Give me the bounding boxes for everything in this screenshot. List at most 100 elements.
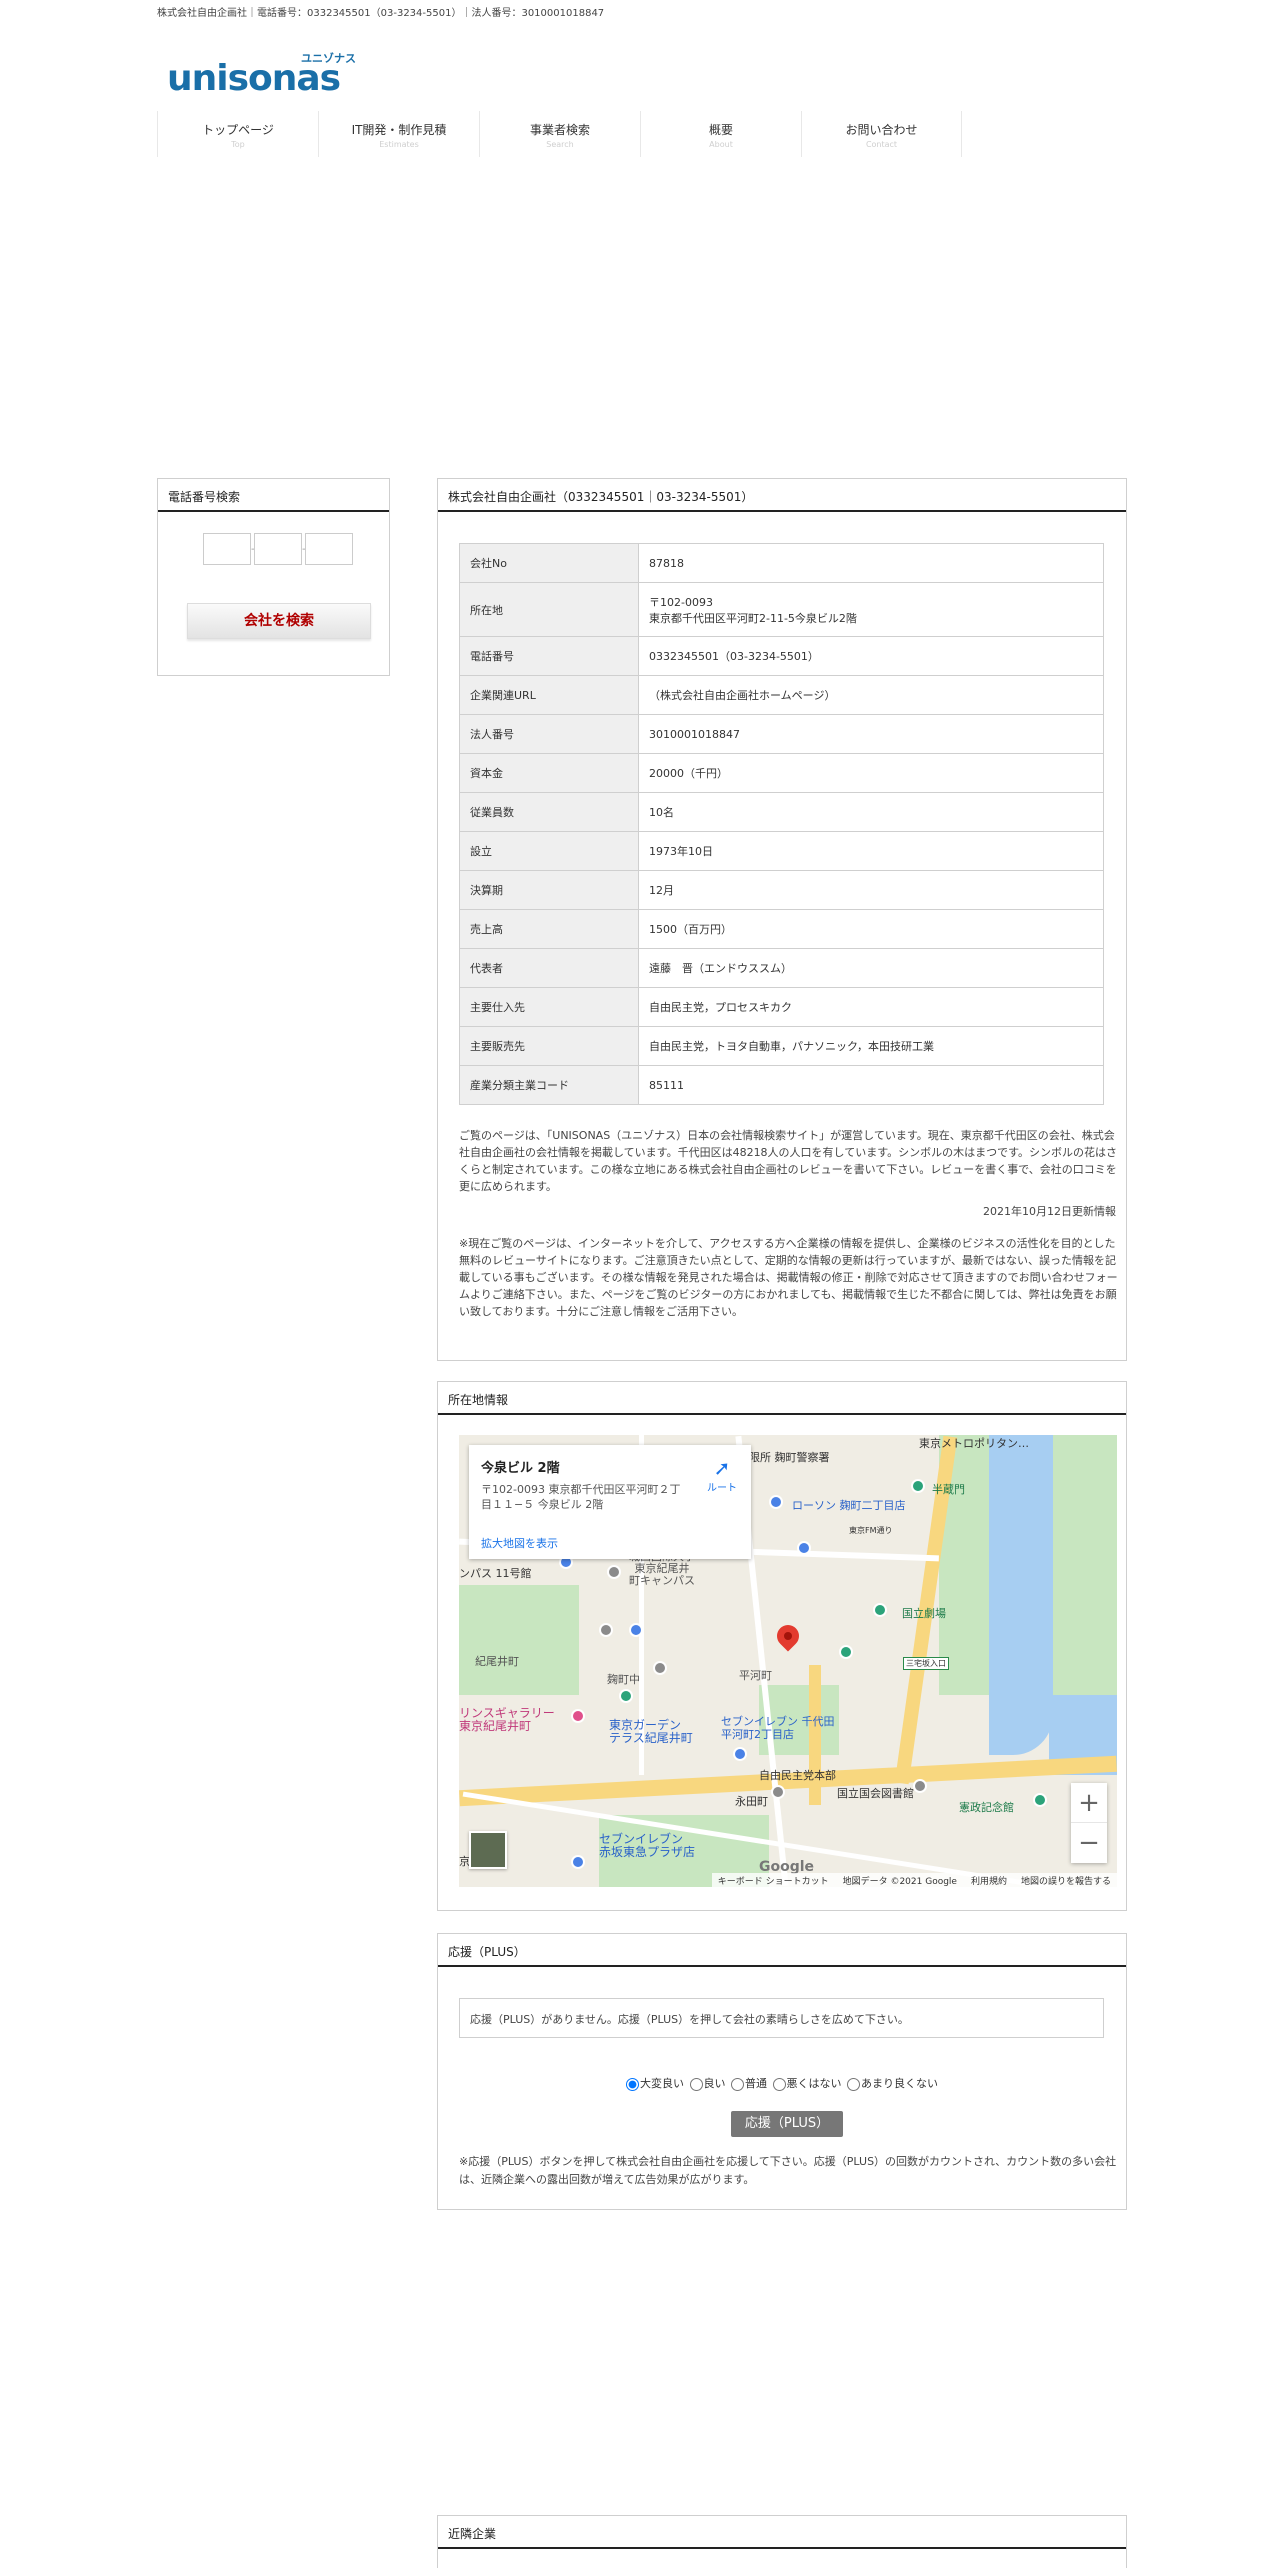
rating-option[interactable]: 悪くはない: [772, 2077, 842, 2091]
row-value: 10名: [638, 792, 1104, 832]
row-key: 主要販売先: [459, 1026, 639, 1066]
report-error-link[interactable]: 地図の誤りを報告する: [1021, 1874, 1111, 1887]
phone-search-title: 電話番号検索: [158, 479, 389, 512]
terms-link[interactable]: 利用規約: [971, 1874, 1007, 1887]
nav-search[interactable]: 事業者検索 Search: [479, 111, 640, 157]
row-value: 1973年10日: [638, 831, 1104, 871]
embedded-map[interactable]: 東京メトロポリタン… 限所 麹町警察署 ローソン 麹町二丁目店 半蔵門 東京FM…: [459, 1435, 1117, 1887]
table-row: 決算期 12月: [459, 870, 1104, 910]
map-poi-icon[interactable]: [599, 1623, 613, 1637]
phone-part2-input[interactable]: [254, 533, 302, 565]
nearby-panel: 近隣企業: [437, 2515, 1127, 2568]
map-label: 限所 麹町警察署: [749, 1451, 830, 1464]
map-poi-icon[interactable]: [629, 1623, 643, 1637]
map-poi-icon[interactable]: [653, 1661, 667, 1675]
rating-radio[interactable]: [772, 2077, 786, 2091]
site-logo[interactable]: ユニゾナス unisonas: [165, 44, 365, 99]
map-poi-icon[interactable]: [571, 1855, 585, 1869]
rating-label: 悪くはない: [786, 2077, 842, 2090]
company-search-button[interactable]: 会社を検索: [187, 603, 371, 639]
table-row: 資本金 20000（千円）: [459, 753, 1104, 793]
table-row: 設立 1973年10日: [459, 831, 1104, 871]
nav-sublabel: Top: [231, 140, 245, 149]
row-key: 代表者: [459, 948, 639, 988]
row-value: 自由民主党，プロセスキカク: [638, 987, 1104, 1027]
rating-option[interactable]: あまり良くない: [847, 2077, 938, 2091]
map-label: 永田町: [735, 1795, 768, 1808]
plus-title: 応援（PLUS）: [438, 1934, 1126, 1967]
rating-radio[interactable]: [847, 2077, 860, 2091]
rating-option[interactable]: 良い: [689, 2077, 726, 2091]
nav-contact[interactable]: お問い合わせ Contact: [801, 111, 962, 157]
map-poi-icon[interactable]: [797, 1541, 811, 1555]
zoom-out-button[interactable]: −: [1071, 1823, 1107, 1863]
map-label: 半蔵門: [932, 1483, 965, 1496]
nav-sublabel: Contact: [865, 140, 898, 149]
map-poi-icon[interactable]: [571, 1709, 585, 1723]
phone-part1-input[interactable]: [203, 533, 251, 565]
table-row: 売上高 1500（百万円）: [459, 909, 1104, 949]
location-pin-icon[interactable]: [772, 1620, 804, 1652]
map-label: セブンイレブン 千代田 平河町2丁目店: [721, 1715, 835, 1741]
row-value: 1500（百万円）: [638, 909, 1104, 949]
map-label: 紀尾井町: [475, 1655, 519, 1668]
map-poi-icon[interactable]: [839, 1645, 853, 1659]
satellite-toggle-button[interactable]: [469, 1831, 507, 1869]
rating-radio-group: 大変良い 良い 普通 悪くはない あまり良くない: [438, 2075, 1126, 2091]
rating-option[interactable]: 大変良い: [626, 2077, 684, 2091]
map-label: ローソン 麹町二丁目店: [792, 1499, 906, 1512]
nav-label: トップページ: [202, 123, 274, 137]
row-key: 資本金: [459, 753, 639, 793]
map-poi-icon[interactable]: [1033, 1793, 1047, 1807]
plus-panel: 応援（PLUS） 応援（PLUS）がありません。応援（PLUS）を押して会社の素…: [437, 1933, 1127, 2210]
rating-radio[interactable]: [689, 2077, 703, 2091]
map-label: 平河町: [739, 1669, 772, 1682]
rating-radio[interactable]: [626, 2077, 639, 2091]
map-label: リンスギャラリー 東京紀尾井町: [459, 1706, 555, 1733]
keyboard-shortcuts-link[interactable]: キーボード ショートカット: [718, 1874, 829, 1887]
route-button[interactable]: ➚ ルート: [707, 1457, 737, 1494]
nav-estimates[interactable]: IT開発・制作見積 Estimates: [318, 111, 479, 157]
main-nav: トップページ Top IT開発・制作見積 Estimates 事業者検索 Search…: [157, 111, 962, 157]
plus-button[interactable]: 応援（PLUS）: [731, 2111, 843, 2137]
rating-label: 良い: [703, 2077, 726, 2090]
street-address: 東京都千代田区平河町2-11-5今泉ビル2階: [649, 611, 857, 625]
nav-top[interactable]: トップページ Top: [157, 111, 318, 157]
rating-option[interactable]: 普通: [731, 2077, 767, 2091]
row-key: 電話番号: [459, 636, 639, 676]
updated-date: 2021年10月12日更新情報: [983, 1205, 1116, 1218]
map-poi-icon[interactable]: [913, 1779, 927, 1793]
company-info-panel: 株式会社自由企画社（0332345501｜03-3234-5501） 会社No 8…: [437, 478, 1127, 1361]
table-row: 主要販売先 自由民主党，トヨタ自動車，パナソニック，本田技研工業: [459, 1026, 1104, 1066]
company-url-link[interactable]: （株式会社自由企画社ホームページ）: [638, 675, 1104, 715]
disclaimer-notice: ※現在ご覧のページは、インターネットを介して、アクセスする方へ企業様の情報を提供…: [459, 1237, 1118, 1318]
map-poi-icon[interactable]: [771, 1785, 785, 1799]
plus-note: ※応援（PLUS）ボタンを押して株式会社自由企画社を応援して下さい。応援（PLU…: [459, 2155, 1117, 2186]
route-label: ルート: [707, 1483, 737, 1494]
nearby-title: 近隣企業: [438, 2516, 1126, 2549]
row-value: 0332345501（03-3234-5501）: [638, 636, 1104, 676]
zoom-controls: + −: [1071, 1783, 1107, 1863]
map-poi-icon[interactable]: [911, 1479, 925, 1493]
postal-code: 〒102-0093: [649, 595, 713, 609]
phone-part3-input[interactable]: [305, 533, 353, 565]
map-poi-icon[interactable]: [607, 1565, 621, 1579]
zoom-in-button[interactable]: +: [1071, 1783, 1107, 1823]
location-panel: 所在地情報 東京メトロポリタン… 限所 麹町警察署 ローソン 麹町二丁目店 半蔵…: [437, 1381, 1127, 1911]
row-value: 87818: [638, 543, 1104, 583]
map-poi-icon[interactable]: [733, 1747, 747, 1761]
rating-radio[interactable]: [731, 2077, 744, 2091]
map-poi-icon[interactable]: [619, 1689, 633, 1703]
map-label: 憲政記念館: [959, 1801, 1014, 1814]
map-poi-icon[interactable]: [873, 1603, 887, 1617]
logo-wordmark: unisonas: [167, 58, 341, 99]
map-park: [459, 1585, 579, 1695]
map-poi-icon[interactable]: [769, 1495, 783, 1509]
map-label: 自由民主党本部: [759, 1769, 836, 1782]
enlarge-map-link[interactable]: 拡大地図を表示: [481, 1535, 558, 1551]
table-row: 産業分類主業コード 85111: [459, 1065, 1104, 1105]
rating-label: 大変良い: [640, 2077, 684, 2090]
row-key: 従業員数: [459, 792, 639, 832]
nav-about[interactable]: 概要 About: [640, 111, 801, 157]
map-footer: キーボード ショートカット 地図データ ©2021 Google 利用規約 地図…: [711, 1873, 1117, 1887]
